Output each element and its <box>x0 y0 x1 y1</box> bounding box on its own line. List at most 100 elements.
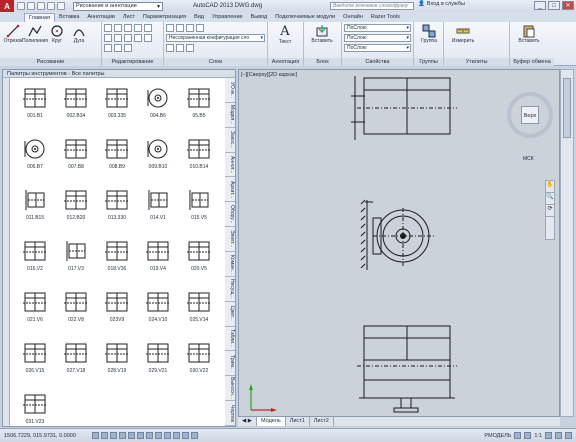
undo-icon[interactable] <box>47 2 55 10</box>
palette-tool-item[interactable]: 011.В15 <box>15 184 55 232</box>
palette-tool-item[interactable]: 05.В5 <box>179 82 219 130</box>
workspace-switch-icon[interactable] <box>545 432 552 439</box>
block-panel-title[interactable]: Блок <box>304 58 341 66</box>
palette-tool-item[interactable]: 025.V14 <box>179 286 219 334</box>
quick-view-drawings-icon[interactable] <box>524 432 532 439</box>
clean-screen-icon[interactable] <box>565 432 572 439</box>
lock-ui-icon[interactable] <box>555 432 562 439</box>
close-button[interactable]: ✕ <box>562 1 574 10</box>
palette-tool-item[interactable]: 007.В8 <box>56 133 96 181</box>
copy-icon[interactable] <box>104 34 112 42</box>
layer-isolate-icon[interactable] <box>176 44 184 52</box>
palette-tool-item[interactable]: 029.V21 <box>138 337 178 385</box>
vertical-scrollbar[interactable] <box>560 69 574 417</box>
insert-block-tool[interactable]: Вставить <box>306 24 338 44</box>
palette-tool-item[interactable]: 004.В6 <box>138 82 178 130</box>
palette-tool-item[interactable]: 028.V19 <box>97 337 137 385</box>
paste-tool[interactable]: Вставить <box>512 24 546 44</box>
lineweight-icon[interactable] <box>164 432 171 439</box>
palette-tool-item[interactable]: 017.V3 <box>56 235 96 283</box>
ribbon-tab[interactable]: Вид <box>190 13 208 22</box>
palette-tool-item[interactable]: 019.V4 <box>138 235 178 283</box>
wcs-menu[interactable]: МСК <box>523 156 534 162</box>
line-tool[interactable]: Отрезок <box>2 24 24 44</box>
layout-tab[interactable]: Модель <box>257 417 286 426</box>
properties-panel-title[interactable]: Свойства <box>342 58 413 66</box>
lineweight-select[interactable]: ПоСлою <box>344 44 411 52</box>
ortho-mode-icon[interactable] <box>110 432 117 439</box>
object-snap-tracking-icon[interactable] <box>137 432 144 439</box>
redo-icon[interactable] <box>57 2 65 10</box>
palette-header[interactable]: Палитры инструментов - Все палитры <box>3 70 235 78</box>
array-icon[interactable] <box>144 34 152 42</box>
layer-previous-icon[interactable] <box>186 44 194 52</box>
save-icon[interactable] <box>37 2 45 10</box>
chamfer-icon[interactable] <box>124 44 132 52</box>
arc-tool[interactable]: Дуга <box>68 24 90 44</box>
groups-panel-title[interactable]: Группы <box>414 58 443 66</box>
palette-tab[interactable]: Выносн... <box>225 376 235 402</box>
palette-tool-item[interactable]: 022.V8 <box>56 286 96 334</box>
palette-tab[interactable]: УО м... <box>225 78 235 103</box>
ribbon-tab[interactable]: Аннотации <box>83 13 119 22</box>
ribbon-tab[interactable]: Лист <box>119 13 139 22</box>
group-tool[interactable]: Группа <box>416 24 442 44</box>
layer-config-select[interactable]: Несохраненная конфигурация сло <box>166 34 265 42</box>
palette-tool-item[interactable]: 012.В20 <box>56 184 96 232</box>
dynamic-input-icon[interactable] <box>155 432 162 439</box>
palette-tool-item[interactable]: 027.V18 <box>56 337 96 385</box>
palette-tab[interactable]: Табли... <box>225 326 235 352</box>
palette-tab[interactable]: Чертеж <box>225 401 235 426</box>
ribbon-tab[interactable]: Главная <box>24 13 55 22</box>
layout-tab[interactable]: Лист1 <box>286 417 310 426</box>
palette-tool-item[interactable]: 016.V2 <box>15 235 55 283</box>
palette-tab[interactable]: Коман... <box>225 252 235 277</box>
layer-properties-icon[interactable] <box>166 24 174 32</box>
palette-tab[interactable]: Элект... <box>225 227 235 252</box>
pan-icon[interactable]: ✋ <box>546 181 554 193</box>
palette-tool-item[interactable]: 023V9 <box>97 286 137 334</box>
mirror-icon[interactable] <box>114 34 122 42</box>
palette-tool-item[interactable]: 008.В9 <box>97 133 137 181</box>
palette-tool-item[interactable]: 021.V6 <box>15 286 55 334</box>
palette-tab[interactable]: Архит... <box>225 177 235 203</box>
viewcube[interactable]: Верх <box>507 92 553 138</box>
linetype-select[interactable]: ПоСлою <box>344 34 411 42</box>
erase-icon[interactable] <box>134 24 142 32</box>
object-snap-icon[interactable] <box>128 432 135 439</box>
measure-tool[interactable]: Измерить <box>446 24 480 44</box>
palette-tool-item[interactable]: 026.V15 <box>15 337 55 385</box>
scale-icon[interactable] <box>114 44 122 52</box>
application-menu-button[interactable]: A <box>0 0 14 12</box>
transparency-icon[interactable] <box>173 432 180 439</box>
ribbon-tab[interactable]: Razer Tools <box>367 13 404 22</box>
layer-lock-icon[interactable] <box>196 24 204 32</box>
dynamic-ucs-icon[interactable] <box>146 432 153 439</box>
circle-tool[interactable]: Круг <box>46 24 68 44</box>
palette-tool-item[interactable]: 010.В14 <box>179 133 219 181</box>
palette-tool-item[interactable]: 015.V5 <box>179 184 219 232</box>
annotation-panel-title[interactable]: Аннотация <box>268 58 303 66</box>
zoom-icon[interactable]: 🔍 <box>546 193 554 205</box>
layers-panel-title[interactable]: Слои <box>164 58 267 66</box>
offset-icon[interactable] <box>134 34 142 42</box>
selection-cycling-icon[interactable] <box>191 432 198 439</box>
scrollbar-thumb[interactable] <box>563 78 571 138</box>
palette-tool-item[interactable]: 009.В10 <box>138 133 178 181</box>
palette-tab[interactable]: Модел... <box>225 102 235 128</box>
stretch-icon[interactable] <box>104 44 112 52</box>
workspace-select[interactable]: Рисование и аннотации <box>73 1 163 11</box>
ribbon-tab[interactable]: Вывод <box>247 13 272 22</box>
palette-title-strip[interactable] <box>3 78 10 426</box>
palette-tool-item[interactable]: 030.V22 <box>179 337 219 385</box>
quick-view-layouts-icon[interactable] <box>514 432 522 439</box>
open-file-icon[interactable] <box>27 2 35 10</box>
layout-tab[interactable]: Лист2 <box>310 417 334 426</box>
quick-properties-icon[interactable] <box>182 432 189 439</box>
layer-freeze-icon[interactable] <box>186 24 194 32</box>
layer-on-icon[interactable] <box>176 24 184 32</box>
palette-tab[interactable]: Несущ... <box>225 276 235 302</box>
color-select[interactable]: ПоСлою <box>344 24 411 32</box>
orbit-icon[interactable]: ⟳ <box>546 205 554 217</box>
snap-mode-icon[interactable] <box>92 432 99 439</box>
